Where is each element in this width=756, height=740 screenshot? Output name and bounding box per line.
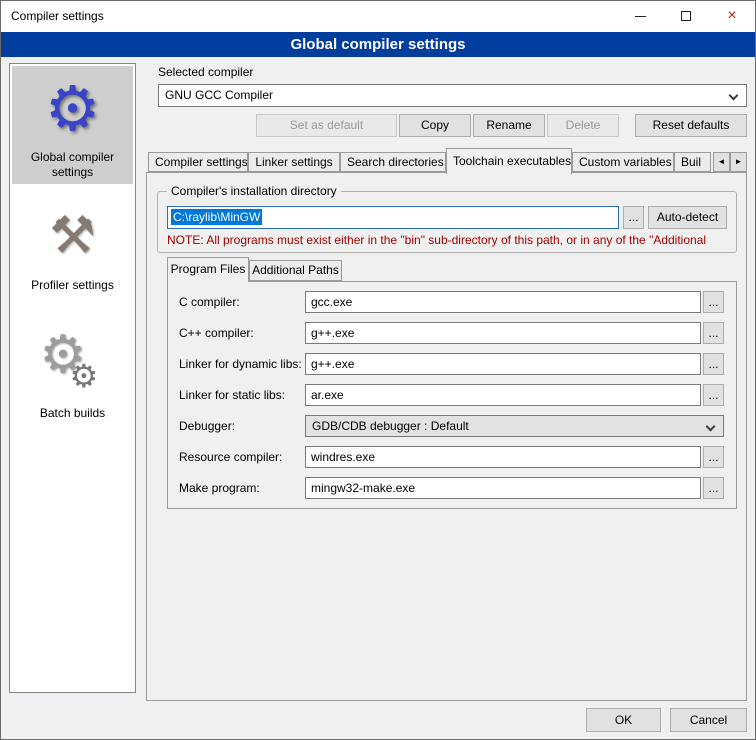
install-note: NOTE: All programs must exist either in … xyxy=(167,233,740,247)
linker-static-browse-button[interactable]: ... xyxy=(703,384,724,406)
sidebar: ⚙ Global compiler settings ⚒ Profiler se… xyxy=(9,63,136,693)
dialog-header: Global compiler settings xyxy=(1,32,755,57)
tab-scroll-left-button[interactable]: ◄ xyxy=(713,152,730,172)
batch-builds-icon: ⚙ ⚙ xyxy=(36,327,110,401)
compiler-select-value: GNU GCC Compiler xyxy=(165,88,273,102)
make-program-browse-button[interactable]: ... xyxy=(703,477,724,499)
copy-button[interactable]: Copy xyxy=(399,114,471,137)
minimize-button[interactable] xyxy=(617,1,663,32)
maximize-icon xyxy=(681,11,691,21)
sidebar-item-batch-builds[interactable]: ⚙ ⚙ Batch builds xyxy=(12,322,133,440)
selected-compiler-label: Selected compiler xyxy=(158,65,253,79)
installation-directory-title: Compiler's installation directory xyxy=(167,184,341,198)
compiler-select[interactable]: GNU GCC Compiler xyxy=(158,84,747,107)
c-compiler-input[interactable] xyxy=(305,291,701,313)
gear-icon: ⚙ xyxy=(70,357,99,395)
debugger-select-value: GDB/CDB debugger : Default xyxy=(312,419,469,433)
rename-button[interactable]: Rename xyxy=(473,114,545,137)
sidebar-item-global-compiler-settings[interactable]: ⚙ Global compiler settings xyxy=(12,66,133,184)
sidebar-item-profiler-settings[interactable]: ⚒ Profiler settings xyxy=(12,194,133,312)
resource-compiler-input[interactable] xyxy=(305,446,701,468)
sidebar-item-label: Profiler settings xyxy=(12,278,133,293)
reset-defaults-button[interactable]: Reset defaults xyxy=(635,114,747,137)
debugger-label: Debugger: xyxy=(179,415,235,437)
sidebar-item-label: Batch builds xyxy=(12,406,133,421)
minimize-icon xyxy=(635,16,646,17)
installation-directory-input[interactable]: C:\raylib\MinGW xyxy=(167,206,619,229)
c-compiler-label: C compiler: xyxy=(179,291,240,313)
tab-build-options[interactable]: Buil xyxy=(674,152,711,172)
titlebar: Compiler settings × xyxy=(1,1,755,32)
linker-dynamic-input[interactable] xyxy=(305,353,701,375)
cpp-compiler-input[interactable] xyxy=(305,322,701,344)
tab-search-directories[interactable]: Search directories xyxy=(340,152,446,172)
close-button[interactable]: × xyxy=(709,1,755,32)
tab-custom-variables[interactable]: Custom variables xyxy=(572,152,674,172)
cpp-compiler-browse-button[interactable]: ... xyxy=(703,322,724,344)
browse-directory-button[interactable]: ... xyxy=(623,206,644,229)
set-as-default-button[interactable]: Set as default xyxy=(256,114,397,137)
linker-dynamic-browse-button[interactable]: ... xyxy=(703,353,724,375)
cancel-button[interactable]: Cancel xyxy=(670,708,747,732)
cpp-compiler-label: C++ compiler: xyxy=(179,322,254,344)
delete-button[interactable]: Delete xyxy=(547,114,619,137)
linker-static-input[interactable] xyxy=(305,384,701,406)
make-program-input[interactable] xyxy=(305,477,701,499)
close-icon: × xyxy=(709,1,755,30)
sidebar-item-label: Global compiler settings xyxy=(12,150,133,180)
tab-compiler-settings[interactable]: Compiler settings xyxy=(148,152,248,172)
maximize-button[interactable] xyxy=(663,1,709,32)
scroll-right-icon: ► xyxy=(735,157,743,166)
resource-compiler-browse-button[interactable]: ... xyxy=(703,446,724,468)
resource-compiler-label: Resource compiler: xyxy=(179,446,282,468)
subtab-additional-paths[interactable]: Additional Paths xyxy=(249,260,342,281)
compiler-settings-dialog: Compiler settings × Global compiler sett… xyxy=(0,0,756,740)
chevron-down-icon xyxy=(729,91,739,101)
installation-directory-value: C:\raylib\MinGW xyxy=(171,209,262,225)
linker-static-label: Linker for static libs: xyxy=(179,384,285,406)
make-program-label: Make program: xyxy=(179,477,260,499)
tab-scroll-right-button[interactable]: ► xyxy=(730,152,747,172)
subtab-program-files[interactable]: Program Files xyxy=(167,257,249,282)
c-compiler-browse-button[interactable]: ... xyxy=(703,291,724,313)
window-title: Compiler settings xyxy=(11,1,104,32)
chevron-down-icon xyxy=(706,422,716,432)
profiler-icon: ⚒ xyxy=(49,206,96,266)
auto-detect-button[interactable]: Auto-detect xyxy=(648,206,727,229)
tab-toolchain-executables[interactable]: Toolchain executables xyxy=(446,148,572,174)
debugger-select[interactable]: GDB/CDB debugger : Default xyxy=(305,415,724,437)
tab-linker-settings[interactable]: Linker settings xyxy=(248,152,340,172)
linker-dynamic-label: Linker for dynamic libs: xyxy=(179,353,302,375)
ok-button[interactable]: OK xyxy=(586,708,661,732)
gear-icon: ⚙ xyxy=(45,72,101,145)
scroll-left-icon: ◄ xyxy=(718,157,726,166)
